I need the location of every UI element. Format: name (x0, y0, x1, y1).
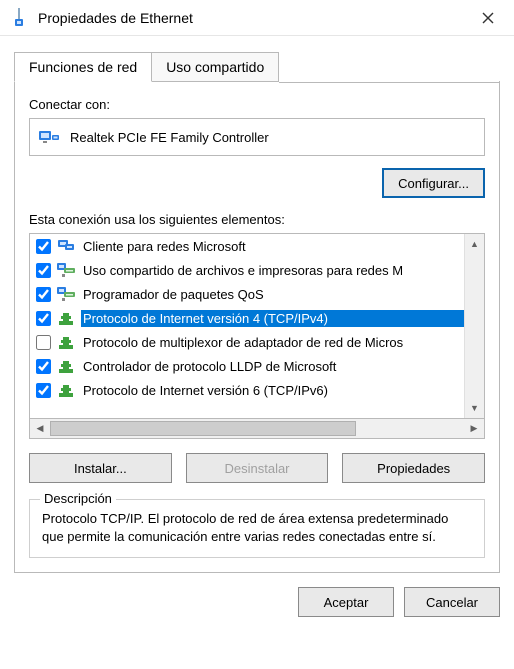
description-legend: Descripción (40, 491, 116, 506)
list-item[interactable]: Protocolo de Internet versión 4 (TCP/IPv… (30, 306, 464, 330)
ethernet-icon (10, 7, 28, 29)
protocol-icon (57, 357, 75, 375)
list-item[interactable]: Cliente para redes Microsoft (30, 234, 464, 258)
item-checkbox[interactable] (36, 335, 51, 350)
service-icon (57, 261, 75, 279)
uninstall-button: Desinstalar (186, 453, 329, 483)
ok-button[interactable]: Aceptar (298, 587, 394, 617)
cancel-button[interactable]: Cancelar (404, 587, 500, 617)
protocol-icon (57, 309, 75, 327)
item-label: Protocolo de Internet versión 6 (TCP/IPv… (81, 382, 464, 399)
description-text: Protocolo TCP/IP. El protocolo de red de… (42, 510, 472, 545)
configure-button[interactable]: Configurar... (382, 168, 485, 198)
close-button[interactable] (468, 3, 508, 33)
scroll-thumb[interactable] (50, 421, 356, 436)
item-checkbox[interactable] (36, 263, 51, 278)
scroll-right-icon[interactable]: ▶ (464, 419, 484, 438)
vertical-scrollbar[interactable]: ▲ ▼ (464, 234, 484, 418)
service-icon (57, 285, 75, 303)
network-adapter-icon (38, 127, 60, 147)
protocol-icon (57, 381, 75, 399)
install-button[interactable]: Instalar... (29, 453, 172, 483)
scroll-up-icon[interactable]: ▲ (465, 234, 484, 254)
item-label: Controlador de protocolo LLDP de Microso… (81, 358, 464, 375)
item-checkbox[interactable] (36, 239, 51, 254)
item-checkbox[interactable] (36, 287, 51, 302)
components-listbox[interactable]: Cliente para redes Microsoft Uso comparti… (29, 233, 485, 419)
list-item[interactable]: Programador de paquetes QoS (30, 282, 464, 306)
window-title: Propiedades de Ethernet (38, 10, 468, 26)
item-label: Protocolo de Internet versión 4 (TCP/IPv… (81, 310, 464, 327)
tab-sharing[interactable]: Uso compartido (151, 52, 279, 82)
list-item[interactable]: Protocolo de Internet versión 6 (TCP/IPv… (30, 378, 464, 402)
list-item[interactable]: Protocolo de multiplexor de adaptador de… (30, 330, 464, 354)
items-label: Esta conexión usa los siguientes element… (29, 212, 485, 227)
item-label: Protocolo de multiplexor de adaptador de… (81, 334, 464, 351)
item-label: Uso compartido de archivos e impresoras … (81, 262, 464, 279)
scroll-down-icon[interactable]: ▼ (465, 398, 484, 418)
list-item[interactable]: Uso compartido de archivos e impresoras … (30, 258, 464, 282)
tab-networking[interactable]: Funciones de red (14, 52, 152, 82)
tabs: Funciones de red Uso compartido (14, 52, 500, 82)
adapter-field: Realtek PCIe FE Family Controller (29, 118, 485, 156)
list-item[interactable]: Controlador de protocolo LLDP de Microso… (30, 354, 464, 378)
client-icon (57, 237, 75, 255)
properties-button[interactable]: Propiedades (342, 453, 485, 483)
description-group: Descripción Protocolo TCP/IP. El protoco… (29, 499, 485, 558)
item-label: Programador de paquetes QoS (81, 286, 464, 303)
adapter-name: Realtek PCIe FE Family Controller (70, 130, 269, 145)
title-bar: Propiedades de Ethernet (0, 0, 514, 36)
connect-using-label: Conectar con: (29, 97, 485, 112)
item-label: Cliente para redes Microsoft (81, 238, 464, 255)
item-checkbox[interactable] (36, 383, 51, 398)
item-checkbox[interactable] (36, 359, 51, 374)
horizontal-scrollbar[interactable]: ◀ ▶ (29, 419, 485, 439)
scroll-left-icon[interactable]: ◀ (30, 419, 50, 438)
protocol-icon (57, 333, 75, 351)
item-checkbox[interactable] (36, 311, 51, 326)
